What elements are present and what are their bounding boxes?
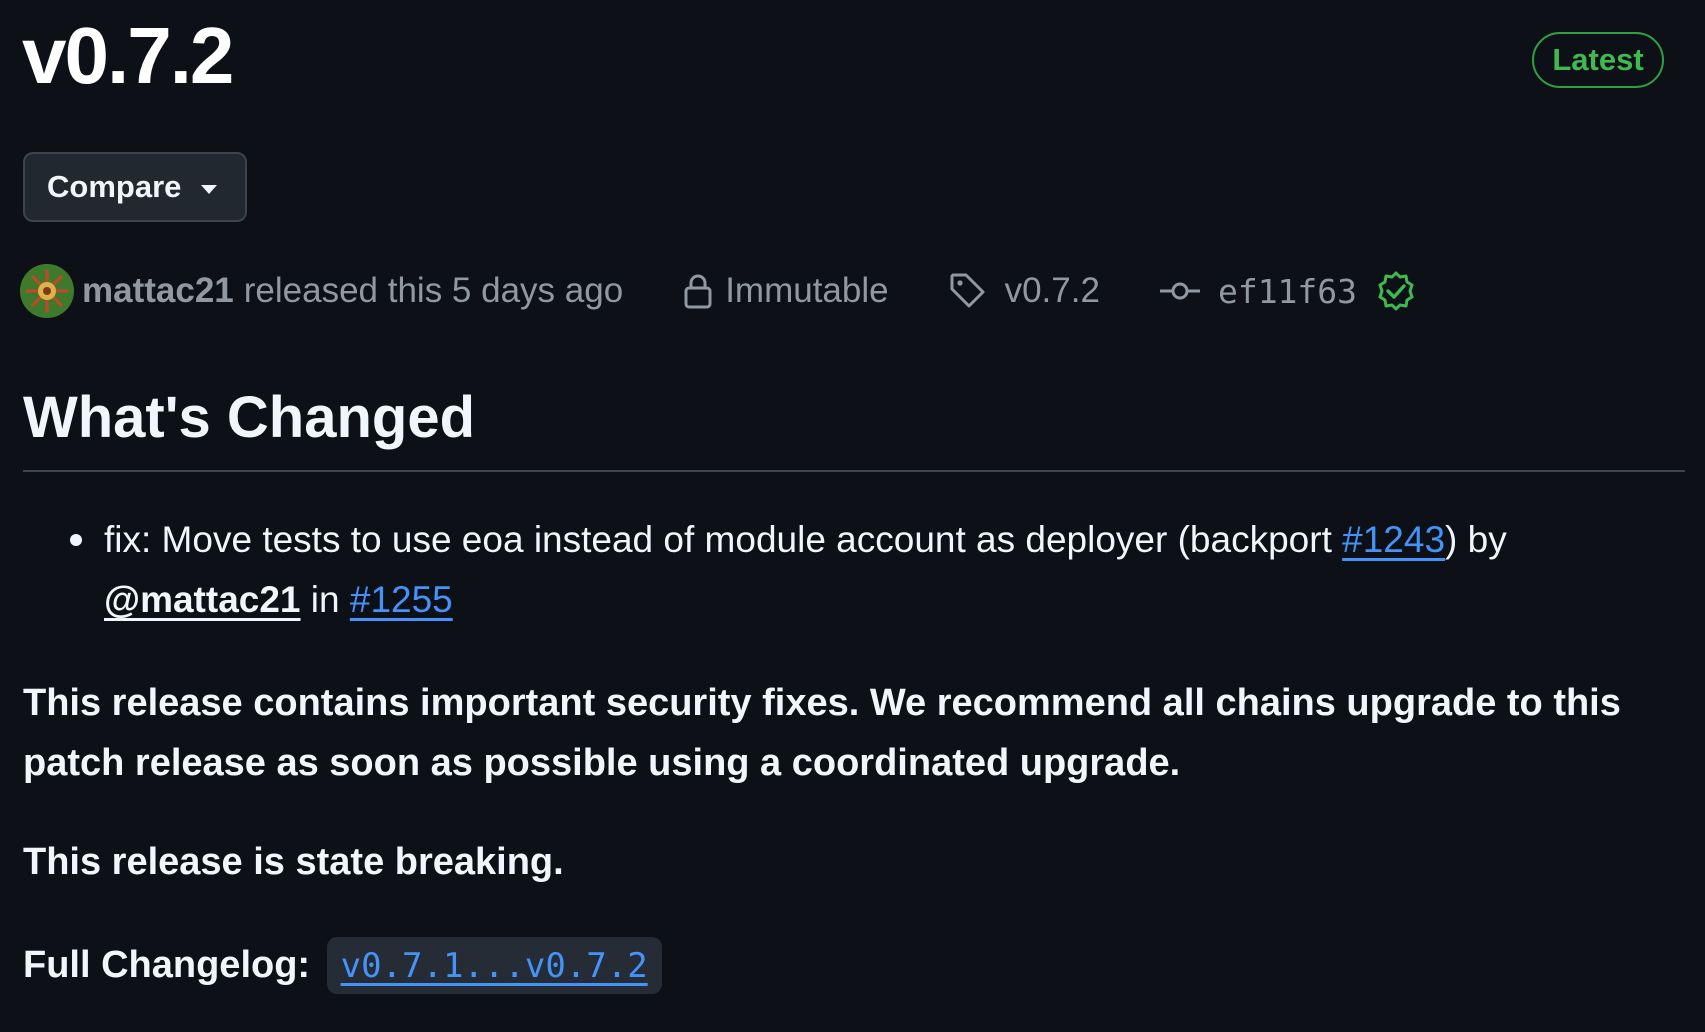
release-page: v0.7.2 Latest Compare mattac21 released … xyxy=(0,0,1705,1032)
changes-list: fix: Move tests to use eoa instead of mo… xyxy=(66,510,1666,630)
change-in-text: in xyxy=(300,579,350,620)
commit-link[interactable]: ef11f63 xyxy=(1159,271,1358,311)
released-text: released this 5 days ago xyxy=(243,271,624,310)
avatar[interactable] xyxy=(20,264,74,318)
compare-button[interactable]: Compare xyxy=(23,152,247,222)
heading-divider xyxy=(23,470,1685,472)
release-meta: mattac21 released this 5 days ago Immuta… xyxy=(20,262,1417,320)
tag-icon xyxy=(950,273,985,308)
change-by-text: ) by xyxy=(1445,519,1507,560)
changelog-link[interactable]: v0.7.1...v0.7.2 xyxy=(341,946,648,986)
tag-label: v0.7.2 xyxy=(1004,271,1100,310)
commit-icon xyxy=(1159,282,1200,300)
pr-link[interactable]: #1255 xyxy=(350,579,453,620)
full-changelog: Full Changelog: v0.7.1...v0.7.2 xyxy=(23,935,1693,995)
breaking-note: This release is state breaking. xyxy=(23,841,564,883)
compare-button-label: Compare xyxy=(47,169,182,204)
author-link[interactable]: mattac21 xyxy=(82,271,234,311)
change-text: fix: Move tests to use eoa instead of mo… xyxy=(104,519,1343,560)
caret-down-icon xyxy=(201,184,218,194)
verified-check-icon[interactable] xyxy=(1375,270,1417,312)
security-note: This release contains important security… xyxy=(23,682,1621,784)
list-item: fix: Move tests to use eoa instead of mo… xyxy=(66,510,1666,630)
changelog-label: Full Changelog: xyxy=(23,944,311,986)
tag-link[interactable]: v0.7.2 xyxy=(949,271,1100,311)
lock-icon xyxy=(684,274,712,309)
backport-pr-link[interactable]: #1243 xyxy=(1342,519,1445,560)
latest-badge: Latest xyxy=(1532,32,1664,88)
changelog-chip: v0.7.1...v0.7.2 xyxy=(326,937,662,994)
commit-sha: ef11f63 xyxy=(1217,271,1358,311)
whats-changed-heading: What's Changed xyxy=(23,385,476,450)
author-mention-link[interactable]: @mattac21 xyxy=(104,579,301,620)
release-title[interactable]: v0.7.2 xyxy=(22,4,234,108)
immutable-indicator: Immutable xyxy=(683,271,889,311)
immutable-label: Immutable xyxy=(725,271,889,310)
